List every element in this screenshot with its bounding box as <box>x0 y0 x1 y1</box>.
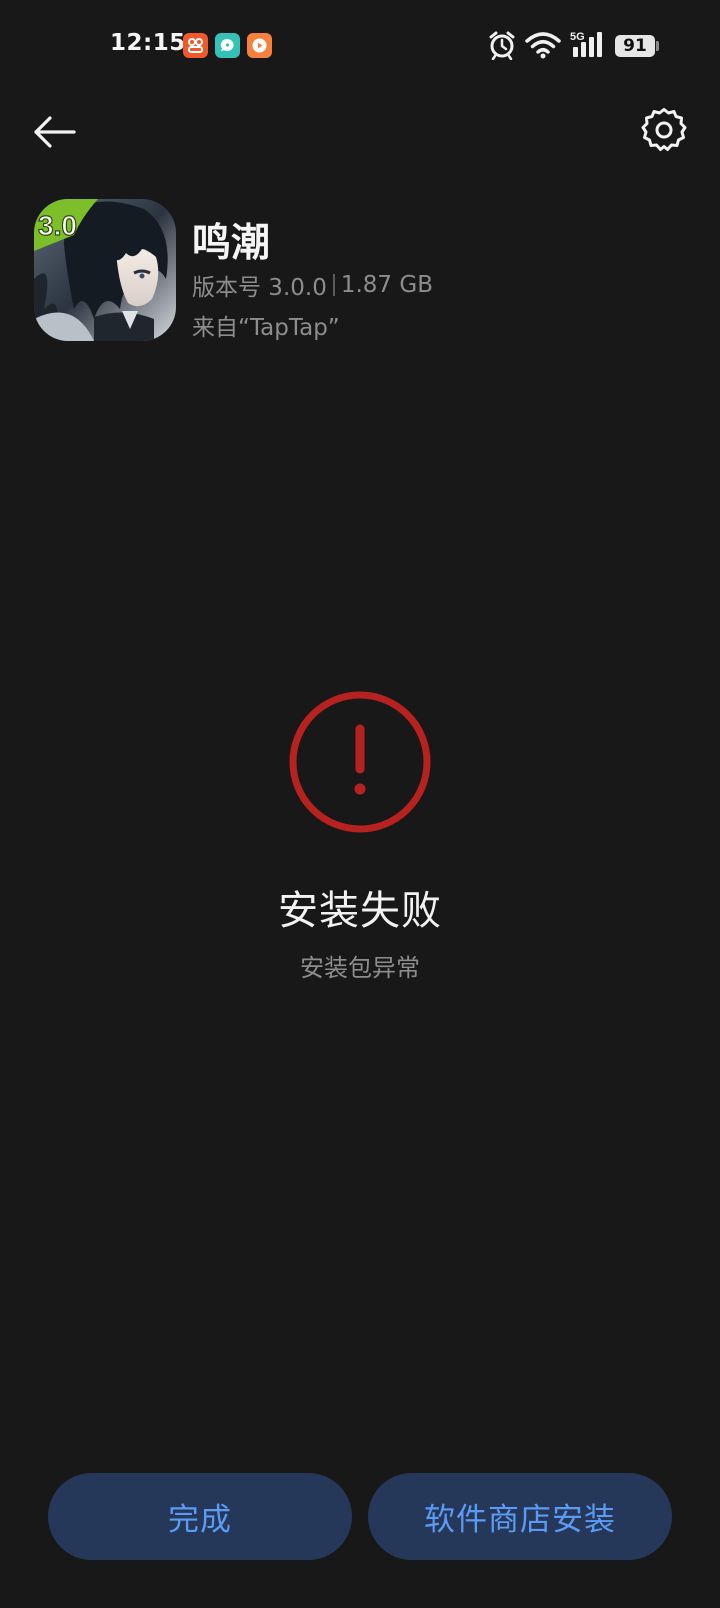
battery-terminal <box>656 41 659 51</box>
app-version: 版本号 3.0.0 <box>192 275 327 301</box>
app-name: 鸣潮 <box>192 221 271 266</box>
app-icon: 3.0 <box>34 199 176 341</box>
app-notification-icon <box>183 33 208 58</box>
cellular-signal-icon: 5G <box>570 30 606 64</box>
video-notification-icon <box>247 33 272 58</box>
gear-icon <box>641 108 687 151</box>
chat-notification-icon <box>215 33 240 58</box>
back-button[interactable] <box>30 106 82 158</box>
app-source: 来自“TapTap” <box>192 315 340 341</box>
arrow-left-icon <box>34 116 76 148</box>
network-type-label: 5G <box>570 31 585 43</box>
wifi-icon <box>525 30 561 64</box>
alarm-icon <box>488 30 516 64</box>
meta-divider <box>332 274 335 296</box>
app-icon-badge: 3.0 <box>38 210 77 241</box>
status-detail: 安装包异常 <box>300 954 420 982</box>
settings-button[interactable] <box>638 104 690 156</box>
status-time: 12:15 <box>110 30 186 56</box>
error-exclamation-icon <box>287 689 433 835</box>
status-bar: 12:15 5G 91 <box>0 0 720 92</box>
done-button[interactable]: 完成 <box>48 1473 352 1560</box>
app-size: 1.87 GB <box>340 272 433 298</box>
status-title: 安装失败 <box>278 888 442 934</box>
store-install-button[interactable]: 软件商店安装 <box>368 1473 672 1560</box>
app-meta: 版本号 3.0.0 1.87 GB <box>192 268 433 302</box>
battery-indicator: 91 <box>615 35 655 57</box>
